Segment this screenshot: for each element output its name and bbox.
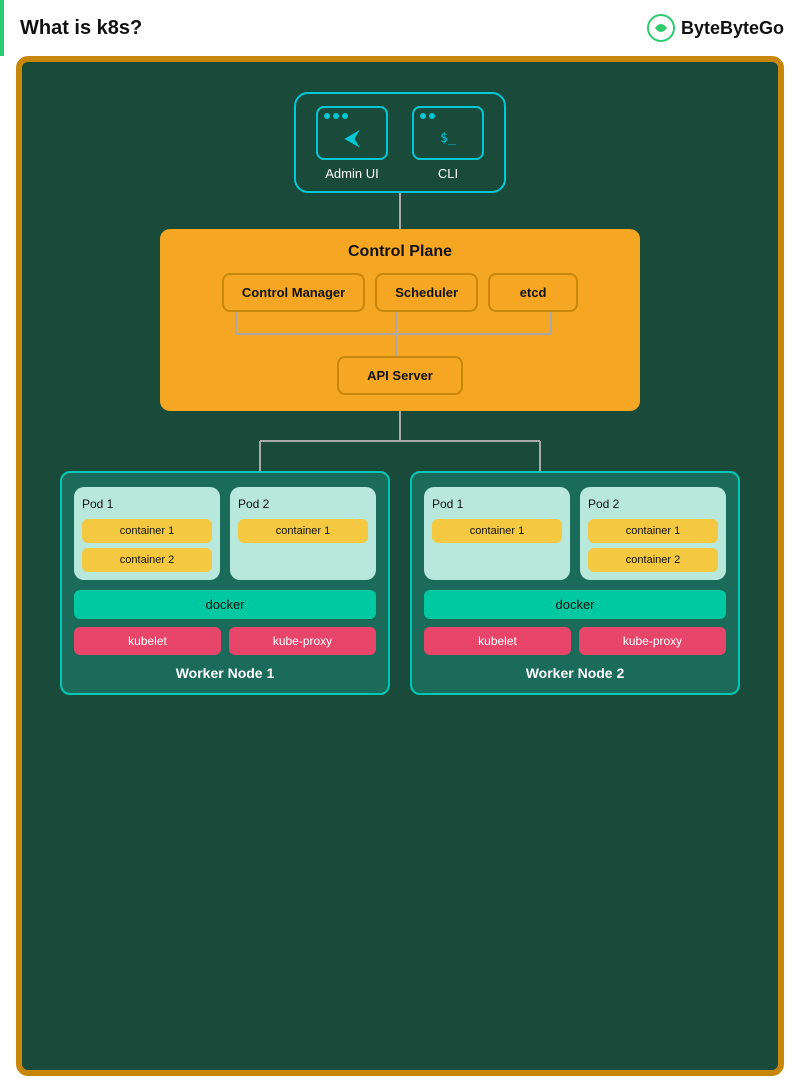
cli-icon: $_: [412, 106, 484, 160]
diagram-inner: ⮜ Admin UI $_ CLI: [42, 82, 758, 1050]
node1-kube-row: kubelet kube-proxy: [74, 627, 376, 655]
header: What is k8s? ByteByteGo: [0, 0, 800, 56]
node2-docker: docker: [424, 590, 726, 619]
logo-text: ByteByteGo: [681, 18, 784, 39]
logo: ByteByteGo: [647, 14, 784, 42]
cli-dots: [420, 113, 435, 119]
admin-ui-item: ⮜ Admin UI: [316, 106, 388, 181]
workers-row: Pod 1 container 1 container 2 Pod 2 cont…: [42, 471, 758, 695]
pod2-node2: Pod 2 container 1 container 2: [580, 487, 726, 580]
cli-item: $_ CLI: [412, 106, 484, 181]
node1-pod2-container1: container 1: [238, 519, 368, 543]
cli-dot1: [420, 113, 426, 119]
cp-top-row: Control Manager Scheduler etcd: [176, 273, 624, 312]
worker-node-2: Pod 1 container 1 Pod 2 container 1 cont…: [410, 471, 740, 695]
control-manager-box: Control Manager: [222, 273, 365, 312]
node2-pod2-container1: container 1: [588, 519, 718, 543]
page-title: What is k8s?: [20, 17, 142, 40]
node2-kube-proxy: kube-proxy: [579, 627, 726, 655]
node2-kube-row: kubelet kube-proxy: [424, 627, 726, 655]
node1-pod1-container2: container 2: [82, 548, 212, 572]
node1-kube-proxy: kube-proxy: [229, 627, 376, 655]
scheduler-box: Scheduler: [375, 273, 478, 312]
api-workers-connector: [120, 411, 680, 471]
admin-cli-section: ⮜ Admin UI $_ CLI: [294, 92, 506, 193]
cli-dot2: [429, 113, 435, 119]
etcd-box: etcd: [488, 273, 578, 312]
pod1-node2-label: Pod 1: [432, 497, 562, 511]
node1-docker: docker: [74, 590, 376, 619]
pods-row-2: Pod 1 container 1 Pod 2 container 1 cont…: [424, 487, 726, 580]
pod2-node1-label: Pod 2: [238, 497, 368, 511]
pods-row-1: Pod 1 container 1 container 2 Pod 2 cont…: [74, 487, 376, 580]
node1-pod1-container1: container 1: [82, 519, 212, 543]
pod2-node1: Pod 2 container 1: [230, 487, 376, 580]
api-server-box: API Server: [337, 356, 463, 395]
logo-icon: [647, 14, 675, 42]
admin-cli-box: ⮜ Admin UI $_ CLI: [294, 92, 506, 193]
dot3: [342, 113, 348, 119]
cli-label: CLI: [438, 166, 458, 181]
cp-connectors: [176, 312, 626, 356]
cursor-icon: ⮜: [344, 125, 360, 151]
pod2-node2-label: Pod 2: [588, 497, 718, 511]
node2-kubelet: kubelet: [424, 627, 571, 655]
admin-ui-label: Admin UI: [325, 166, 378, 181]
api-server-row: API Server: [176, 356, 624, 395]
connector-admin-cp: [398, 193, 402, 229]
dot1: [324, 113, 330, 119]
control-plane-title: Control Plane: [176, 243, 624, 261]
cli-prompt: $_: [440, 131, 456, 146]
worker-node-2-title: Worker Node 2: [424, 665, 726, 681]
pod1-node2: Pod 1 container 1: [424, 487, 570, 580]
dot2: [333, 113, 339, 119]
node2-pod2-container2: container 2: [588, 548, 718, 572]
worker-node-1-title: Worker Node 1: [74, 665, 376, 681]
pod1-node1: Pod 1 container 1 container 2: [74, 487, 220, 580]
node2-pod1-container1: container 1: [432, 519, 562, 543]
window-dots: [324, 113, 348, 119]
diagram-area: ⮜ Admin UI $_ CLI: [16, 56, 784, 1076]
worker-node-1: Pod 1 container 1 container 2 Pod 2 cont…: [60, 471, 390, 695]
node1-kubelet: kubelet: [74, 627, 221, 655]
control-plane: Control Plane Control Manager Scheduler …: [160, 229, 640, 411]
pod1-node1-label: Pod 1: [82, 497, 212, 511]
admin-ui-icon: ⮜: [316, 106, 388, 160]
